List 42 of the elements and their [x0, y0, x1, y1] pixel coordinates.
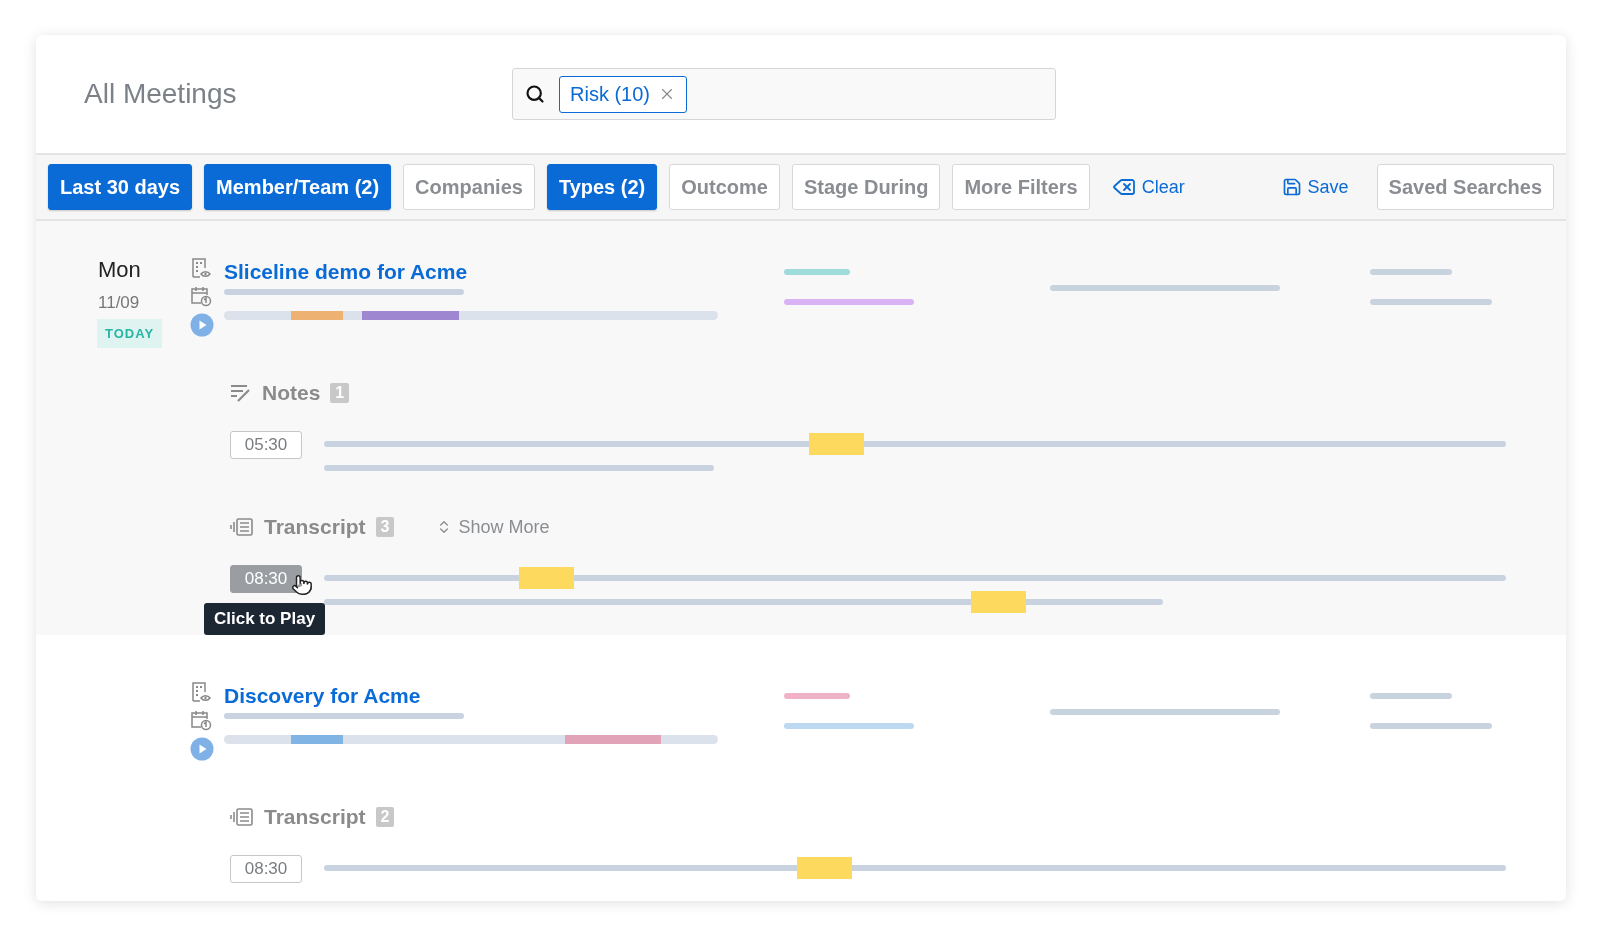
highlight-mark — [970, 591, 1026, 613]
highlight-mark — [808, 433, 864, 455]
page-title: All Meetings — [84, 78, 238, 110]
filter-button[interactable]: Last 30 days — [48, 164, 193, 210]
filter-button[interactable]: Stage During — [791, 164, 941, 210]
play-icon[interactable] — [190, 313, 214, 337]
filter-button[interactable]: Companies — [403, 164, 535, 210]
placeholder-line — [784, 693, 850, 699]
search-field[interactable]: Risk (10) — [512, 68, 1056, 120]
hand-cursor-icon — [291, 574, 313, 596]
saved-searches-button[interactable]: Saved Searches — [1376, 164, 1554, 210]
building-eye-icon — [190, 257, 212, 279]
meeting-day: Mon — [98, 257, 141, 283]
placeholder-line — [784, 269, 850, 275]
timestamp-button[interactable]: 08:30 — [230, 855, 302, 883]
clear-button[interactable]: Clear — [1101, 175, 1195, 199]
filter-chip[interactable]: Risk (10) — [559, 75, 687, 113]
calendar-sync-icon — [190, 709, 212, 731]
building-eye-icon — [190, 681, 212, 703]
notes-icon — [230, 383, 252, 403]
section-label: Transcript — [264, 805, 366, 829]
show-more-button[interactable]: Show More — [430, 515, 556, 539]
highlight-mark — [796, 857, 852, 879]
calendar-sync-icon — [190, 285, 212, 307]
timestamp-button[interactable]: 05:30 — [230, 431, 302, 459]
filter-button[interactable]: Member/Team (2) — [204, 164, 392, 210]
filter-button[interactable]: Outcome — [669, 164, 780, 210]
filter-button[interactable]: Types (2) — [546, 164, 658, 210]
meeting-date: 11/09 — [98, 293, 140, 313]
section-label: Transcript — [264, 515, 366, 539]
tooltip: Click to Play — [204, 603, 326, 635]
filter-button[interactable]: More Filters — [952, 164, 1090, 210]
highlight-mark — [519, 567, 574, 589]
save-button[interactable]: Save — [1271, 176, 1359, 198]
meeting-title[interactable]: Discovery for Acme — [224, 681, 784, 711]
search-icon — [525, 84, 545, 104]
transcript-icon — [230, 807, 254, 827]
section-label: Notes — [262, 381, 321, 405]
transcript-icon — [230, 517, 254, 537]
today-badge: TODAY — [97, 319, 163, 348]
play-icon[interactable] — [190, 737, 214, 761]
meeting-title[interactable]: Sliceline demo for Acme — [224, 257, 784, 287]
